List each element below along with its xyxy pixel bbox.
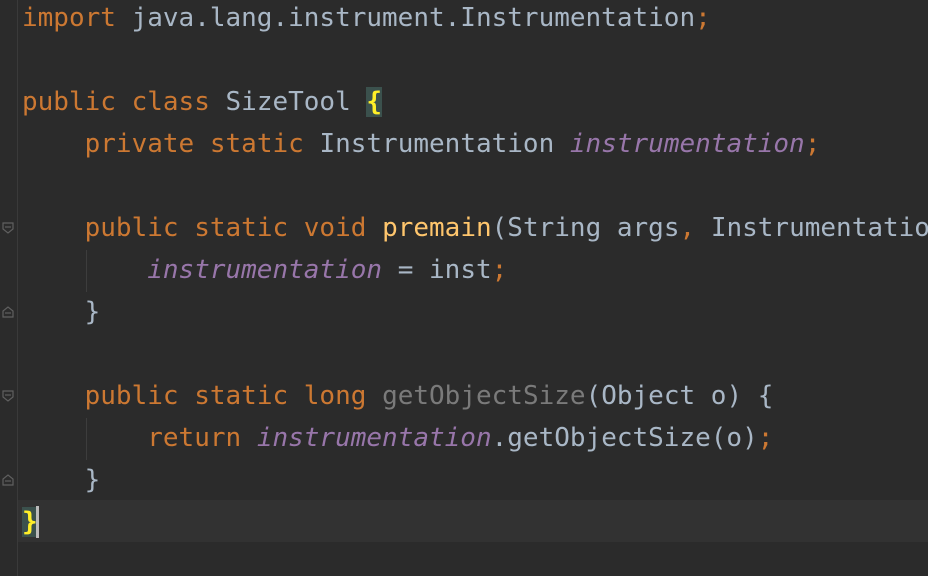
semicolon: ;: [804, 129, 821, 159]
semicolon: ;: [695, 3, 711, 33]
code-line-12: }: [22, 459, 101, 501]
unused-method-name: getObjectSize: [382, 381, 586, 411]
param-type: String: [507, 213, 602, 243]
keyword: return: [147, 423, 242, 453]
method-call: .getObjectSize(o): [491, 423, 758, 453]
code-line-4: private static Instrumentation instrumen…: [22, 123, 821, 165]
keyword: import: [22, 3, 116, 33]
editor-gutter[interactable]: [0, 0, 18, 576]
keyword: public: [84, 381, 179, 411]
class-name: SizeTool: [225, 87, 351, 117]
keyword: long: [303, 381, 367, 411]
code-line-1: import java.lang.instrument.Instrumentat…: [22, 0, 711, 39]
fold-collapse-icon[interactable]: [1, 389, 15, 403]
code-line-3: public class SizeTool {: [22, 81, 383, 123]
open-brace: {: [757, 381, 774, 411]
code-line-6: public static void premain(String args, …: [22, 207, 928, 249]
fold-end-icon[interactable]: [1, 305, 15, 319]
assign-operator: =: [397, 255, 414, 285]
static-field: instrumentation: [569, 129, 805, 159]
keyword: public: [22, 87, 116, 117]
fold-collapse-icon[interactable]: [1, 221, 15, 235]
text-caret: [36, 506, 39, 538]
semicolon: ;: [491, 255, 508, 285]
semicolon: ;: [757, 423, 774, 453]
keyword: class: [131, 87, 210, 117]
keyword: static: [194, 213, 289, 243]
code-editor[interactable]: import java.lang.instrument.Instrumentat…: [0, 0, 928, 576]
close-brace: }: [84, 297, 101, 327]
matched-open-brace: {: [366, 87, 383, 117]
static-field: instrumentation: [147, 255, 383, 285]
current-line-highlight: [18, 500, 928, 542]
code-line-7: instrumentation = inst;: [22, 249, 507, 291]
variable: inst: [429, 255, 492, 285]
close-brace: }: [84, 465, 101, 495]
static-field: instrumentation: [256, 423, 492, 453]
keyword: void: [303, 213, 367, 243]
param-name: args: [616, 213, 680, 243]
method-name: premain: [382, 213, 492, 243]
type-name: Instrumentation: [319, 129, 555, 159]
keyword: static: [209, 129, 304, 159]
param-list: (Object o): [585, 381, 743, 411]
keyword: public: [84, 213, 179, 243]
code-line-11: return instrumentation.getObjectSize(o);: [22, 417, 773, 459]
code-line-8: }: [22, 291, 101, 333]
keyword: static: [194, 381, 289, 411]
fold-end-icon[interactable]: [1, 473, 15, 487]
param-type: Instrumentatio: [710, 213, 928, 243]
comma: ,: [679, 213, 696, 243]
code-line-10: public static long getObjectSize(Object …: [22, 375, 774, 417]
keyword: private: [84, 129, 195, 159]
import-path: java.lang.instrument.Instrumentation: [131, 3, 696, 33]
open-paren: (: [491, 213, 508, 243]
